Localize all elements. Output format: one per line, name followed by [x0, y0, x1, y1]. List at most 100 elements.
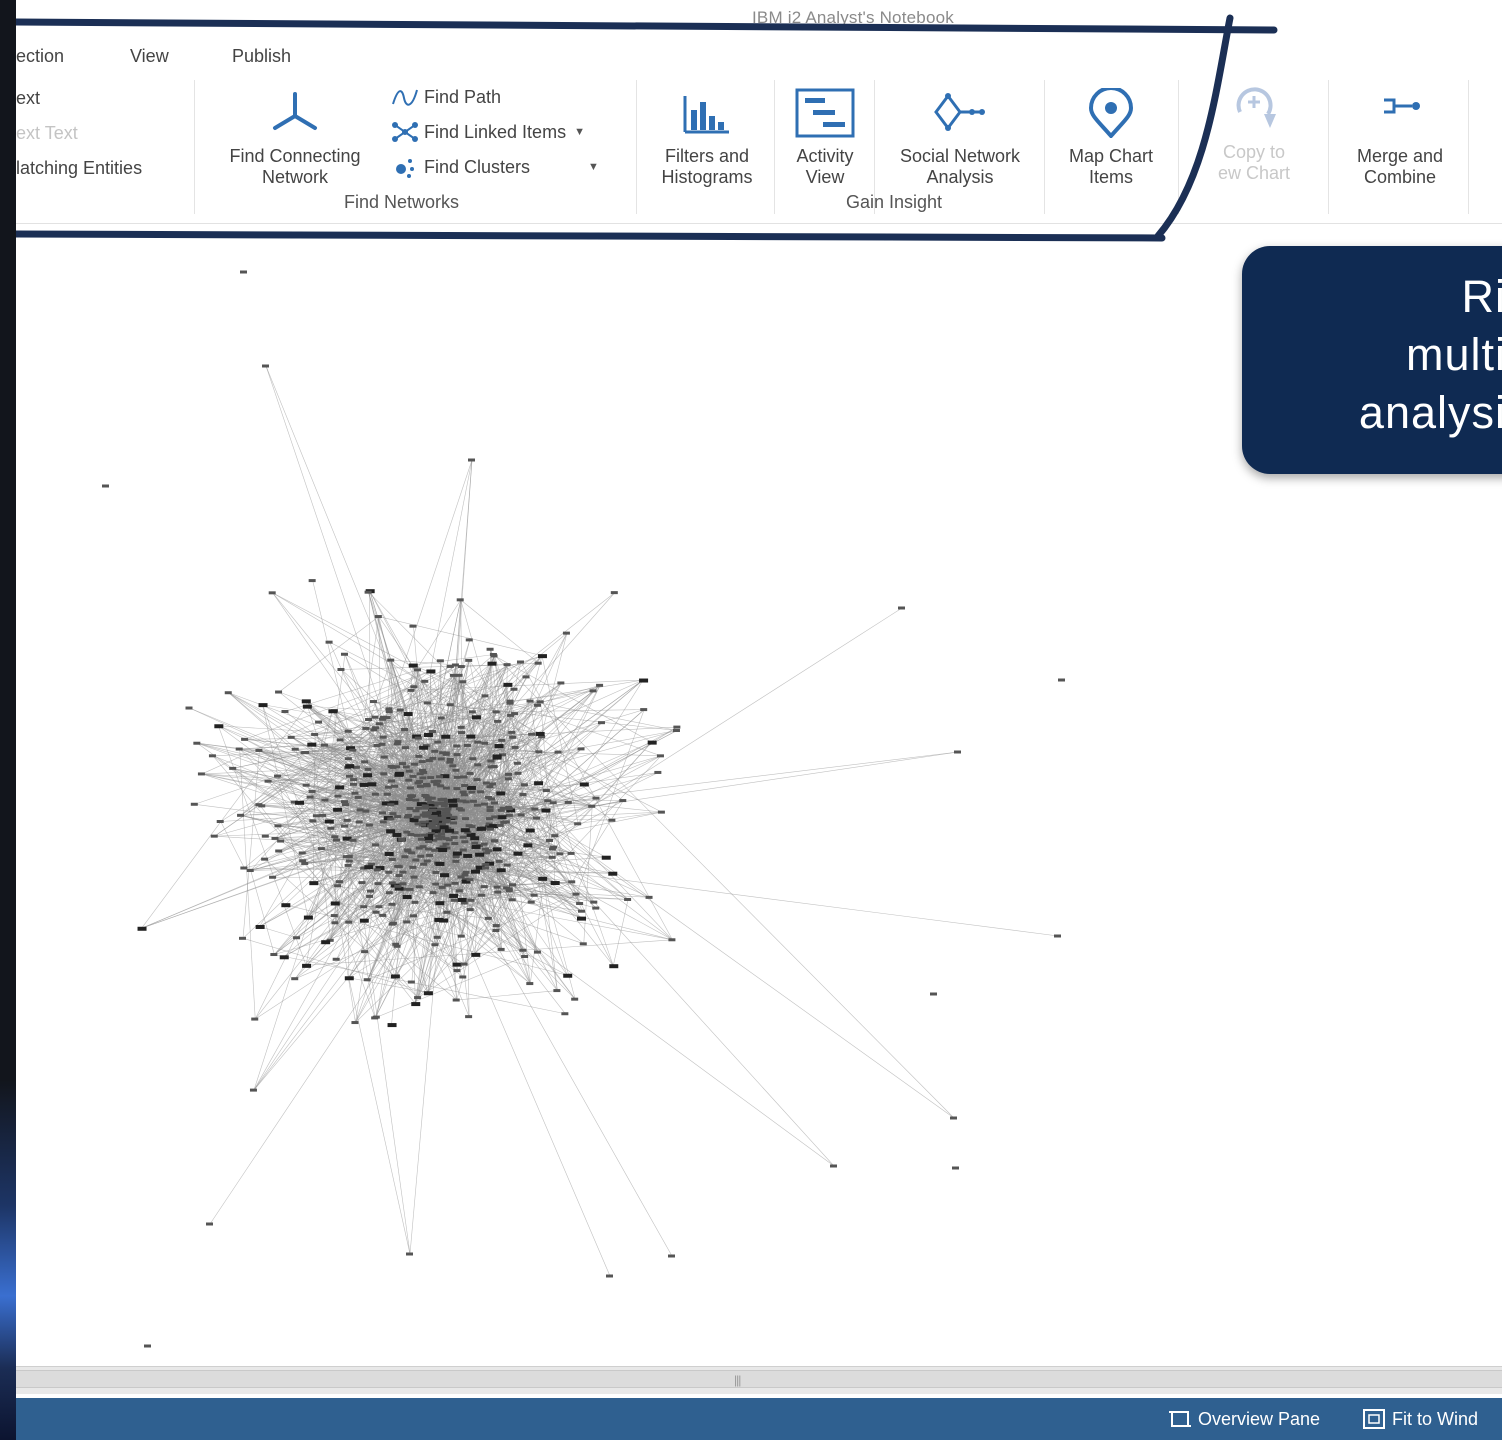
- text-button[interactable]: ext: [16, 88, 40, 109]
- network-node: [299, 859, 307, 863]
- network-node: [526, 982, 534, 986]
- network-node: [536, 700, 544, 704]
- network-node: [619, 799, 627, 803]
- network-node: [443, 910, 451, 914]
- network-node: [561, 1012, 569, 1016]
- network-node: [647, 740, 657, 745]
- copy-to-new-chart-label: Copy to ew Chart: [1217, 142, 1291, 183]
- network-node: [509, 883, 517, 887]
- application-window: IBM i2 Analyst's Notebook ection View Pu…: [16, 0, 1502, 1440]
- network-node: [597, 721, 605, 725]
- network-node: [345, 859, 353, 863]
- network-node: [311, 732, 319, 736]
- network-node: [409, 624, 417, 628]
- network-node: [480, 802, 488, 806]
- matching-entities-label: latching Entities: [16, 158, 143, 178]
- find-networks-group-label: Find Networks: [344, 192, 460, 212]
- social-network-analysis-button[interactable]: Social Network Analysis: [882, 88, 1038, 188]
- network-node: [482, 781, 490, 785]
- network-node: [102, 484, 109, 488]
- network-node: [383, 716, 391, 720]
- horizontal-scrollbar[interactable]: |||: [16, 1366, 1502, 1394]
- network-node: [332, 957, 340, 961]
- network-node: [429, 891, 437, 895]
- network-node: [481, 741, 489, 745]
- network-node: [262, 364, 269, 368]
- network-node: [453, 969, 461, 973]
- network-node: [672, 729, 680, 733]
- network-node: [535, 750, 543, 754]
- network-node: [466, 785, 476, 790]
- network-node: [417, 854, 425, 858]
- find-path-button[interactable]: Find Path: [390, 86, 501, 108]
- find-linked-items-button[interactable]: Find Linked Items ▼: [390, 121, 585, 143]
- network-node: [465, 658, 473, 662]
- network-node: [624, 897, 632, 901]
- network-node: [487, 759, 495, 763]
- activity-view-button[interactable]: Activity View: [782, 88, 868, 188]
- network-node: [422, 794, 430, 798]
- social-network-analysis-label: Social Network Analysis: [899, 146, 1021, 187]
- network-node: [506, 699, 514, 703]
- network-node: [387, 817, 395, 821]
- network-node: [574, 822, 582, 826]
- network-node: [502, 820, 510, 824]
- network-node: [461, 840, 469, 844]
- network-node: [830, 1164, 837, 1168]
- network-node: [474, 740, 482, 744]
- filters-histograms-button[interactable]: Filters and Histograms: [648, 88, 766, 188]
- network-links: [141, 365, 1059, 1277]
- chevron-down-icon[interactable]: ▼: [588, 161, 599, 173]
- network-node: [418, 768, 426, 772]
- map-pin-icon: [1088, 88, 1134, 138]
- network-node: [214, 724, 224, 729]
- network-node: [415, 846, 423, 850]
- network-node: [438, 848, 448, 853]
- matching-entities-button[interactable]: latching Entities: [16, 158, 142, 179]
- overview-pane-button[interactable]: Overview Pane: [1168, 1408, 1320, 1430]
- network-node: [489, 782, 497, 786]
- network-node: [388, 902, 396, 906]
- tab-selection[interactable]: ection: [16, 46, 64, 67]
- find-clusters-button[interactable]: Find Clusters ▼: [390, 156, 599, 178]
- tab-publish[interactable]: Publish: [232, 46, 291, 67]
- fit-to-window-button[interactable]: Fit to Wind: [1362, 1408, 1478, 1430]
- network-node: [440, 873, 450, 878]
- network-node: [392, 832, 402, 837]
- copy-to-new-chart-button[interactable]: Copy to ew Chart: [1196, 84, 1312, 184]
- network-node: [505, 887, 513, 891]
- network-node: [274, 774, 282, 778]
- network-node: [544, 799, 552, 803]
- network-node: [596, 683, 604, 687]
- map-chart-items-button[interactable]: Map Chart Items: [1052, 88, 1170, 188]
- network-node: [366, 889, 374, 893]
- chevron-down-icon[interactable]: ▼: [574, 126, 585, 138]
- network-node: [405, 798, 413, 802]
- network-node: [608, 871, 618, 876]
- network-node: [261, 834, 269, 838]
- network-node: [415, 754, 423, 758]
- network-node: [493, 885, 501, 889]
- network-node: [473, 778, 481, 782]
- network-node: [459, 790, 467, 794]
- network-node: [420, 833, 428, 837]
- fit-to-window-label: Fit to Wind: [1392, 1408, 1479, 1429]
- network-node: [402, 765, 410, 769]
- network-node: [408, 663, 418, 668]
- next-text-button[interactable]: ext Text: [16, 123, 78, 144]
- scrollbar-thumb[interactable]: [16, 1370, 1502, 1388]
- tab-view[interactable]: View: [130, 46, 169, 67]
- network-node: [334, 794, 342, 798]
- network-node: [446, 757, 454, 761]
- merge-and-combine-button[interactable]: Merge and Combine: [1338, 88, 1462, 188]
- network-node: [364, 767, 372, 771]
- network-node: [459, 975, 467, 979]
- network-node: [592, 796, 600, 800]
- network-node: [557, 681, 565, 685]
- find-connecting-network-button[interactable]: Find Connecting Network: [210, 88, 380, 188]
- find-linked-items-label: Find Linked Items: [424, 121, 567, 142]
- network-node: [237, 813, 245, 817]
- network-node: [495, 859, 503, 863]
- network-node: [258, 703, 268, 708]
- network-node: [434, 917, 444, 922]
